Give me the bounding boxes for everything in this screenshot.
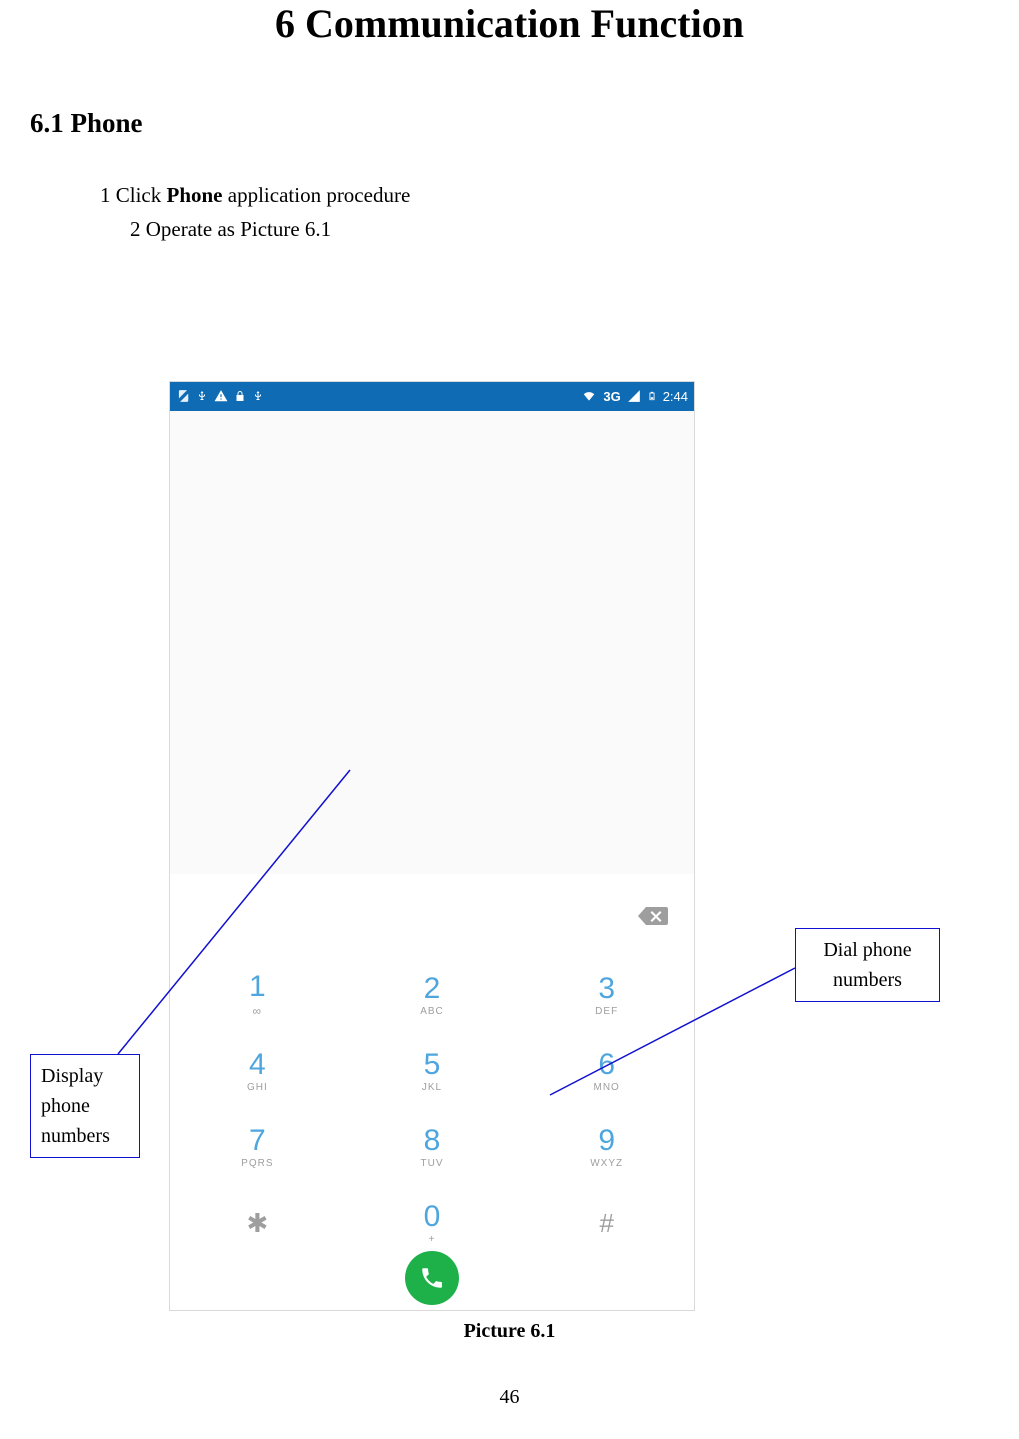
key-6[interactable]: 6MNO [519, 1033, 694, 1109]
steps: 1 Click Phone application procedure 2 Op… [100, 179, 1019, 246]
status-right: 3G 2:44 [581, 389, 688, 405]
callout-dial: Dial phone numbers [795, 928, 940, 1002]
step-1: 1 Click Phone application procedure [100, 179, 1019, 213]
page-title: 6 Communication Function [0, 0, 1019, 48]
key-8[interactable]: 8TUV [345, 1109, 520, 1185]
battery-icon [647, 389, 657, 405]
status-bar: 3G 2:44 [170, 382, 694, 411]
warning-icon [214, 389, 228, 405]
status-left [176, 389, 264, 405]
status-time: 2:44 [663, 390, 688, 403]
call-button-row [170, 1261, 694, 1310]
signal-icon [627, 389, 641, 405]
call-button[interactable] [405, 1251, 459, 1305]
section-title: 6.1 Phone [30, 108, 1019, 139]
callout-display: Display phone numbers [30, 1054, 140, 1158]
key-7[interactable]: 7PQRS [170, 1109, 345, 1185]
number-input-row [170, 874, 694, 957]
key-1[interactable]: 1∞ [170, 957, 345, 1033]
step-2: 2 Operate as Picture 6.1 [130, 213, 1019, 247]
figure-caption: Picture 6.1 [0, 1320, 1019, 1343]
usb-icon-2 [252, 389, 264, 405]
key-5[interactable]: 5JKL [345, 1033, 520, 1109]
key-3[interactable]: 3DEF [519, 957, 694, 1033]
key-0[interactable]: 0+ [345, 1185, 520, 1261]
display-phone-area [170, 411, 694, 874]
backspace-icon[interactable] [638, 905, 668, 927]
lock-icon [234, 389, 246, 405]
network-type: 3G [603, 390, 620, 403]
usb-icon [196, 389, 208, 405]
key-star[interactable]: ✱ [170, 1185, 345, 1261]
key-4[interactable]: 4GHI [170, 1033, 345, 1109]
phone-screenshot: 3G 2:44 1∞ 2ABC 3DEF 4GHI 5JKL 6MNO 7PQR… [170, 382, 694, 1310]
step-1-post: application procedure [223, 183, 411, 207]
wifi-icon [581, 389, 597, 405]
key-2[interactable]: 2ABC [345, 957, 520, 1033]
no-sim-icon [176, 389, 190, 405]
page-number: 46 [0, 1386, 1019, 1409]
dialpad: 1∞ 2ABC 3DEF 4GHI 5JKL 6MNO 7PQRS 8TUV 9… [170, 957, 694, 1261]
step-1-bold: Phone [167, 183, 223, 207]
step-1-pre: 1 Click [100, 183, 167, 207]
key-hash[interactable]: # [519, 1185, 694, 1261]
key-9[interactable]: 9WXYZ [519, 1109, 694, 1185]
